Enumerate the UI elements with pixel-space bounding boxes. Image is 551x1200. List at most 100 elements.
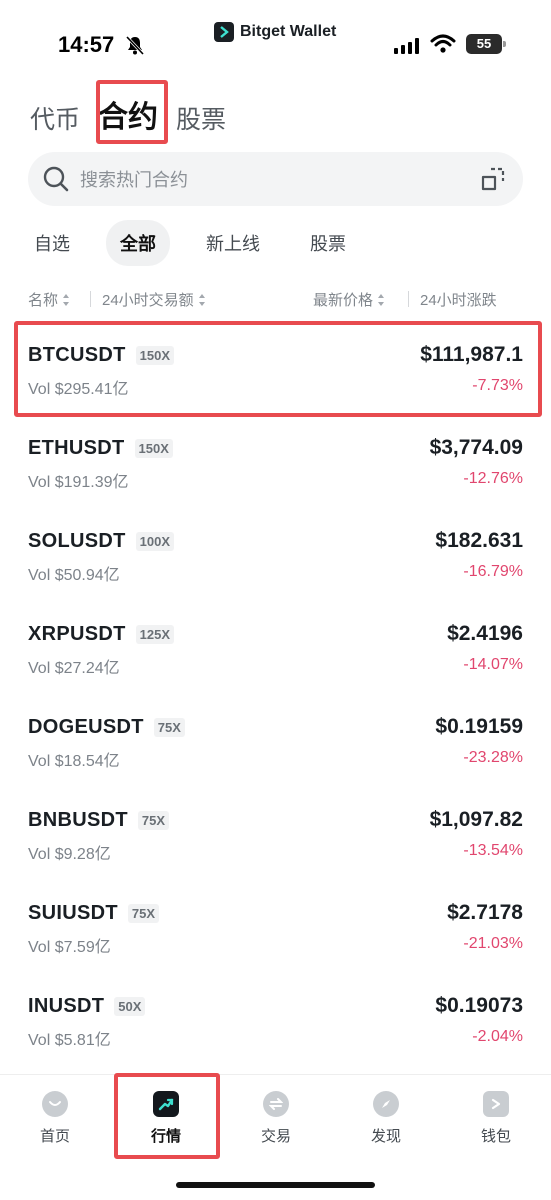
leverage-badge: 50X bbox=[114, 997, 146, 1016]
scan-icon[interactable] bbox=[479, 165, 507, 193]
nav-trade[interactable]: 交易 bbox=[236, 1091, 316, 1146]
table-row[interactable]: SOLUSDT 100X Vol $50.94亿 $182.631 -16.79% bbox=[0, 512, 551, 605]
table-row[interactable]: SUIUSDT 75X Vol $7.59亿 $2.7178 -21.03% bbox=[0, 884, 551, 977]
change: -13.54% bbox=[463, 842, 523, 859]
filter-all[interactable]: 全部 bbox=[106, 220, 170, 266]
nav-label: 交易 bbox=[260, 1128, 291, 1145]
price: $2.7178 bbox=[447, 901, 523, 924]
leverage-badge: 150X bbox=[135, 346, 175, 365]
nav-label: 行情 bbox=[150, 1128, 181, 1145]
symbol: SUIUSDT bbox=[28, 902, 118, 924]
volume: Vol $18.54亿 bbox=[28, 753, 120, 770]
nav-label: 发现 bbox=[370, 1128, 401, 1145]
price: $2.4196 bbox=[447, 622, 523, 645]
leverage-badge: 125X bbox=[135, 625, 175, 644]
column-header: 名称 24小时交易额 最新价格 24小时涨跌 bbox=[28, 289, 524, 311]
volume: Vol $27.24亿 bbox=[28, 660, 120, 677]
leverage-badge: 75X bbox=[137, 811, 170, 830]
price: $3,774.09 bbox=[429, 436, 523, 459]
symbol: SOLUSDT bbox=[28, 530, 126, 552]
search-bar[interactable]: 搜索热门合约 bbox=[28, 152, 523, 206]
table-row[interactable]: XRPUSDT 125X Vol $27.24亿 $2.4196 -14.07% bbox=[0, 605, 551, 698]
symbol: ETHUSDT bbox=[28, 437, 125, 459]
column-price-label: 最新价格 bbox=[313, 292, 374, 309]
market-chart-icon bbox=[153, 1091, 179, 1117]
wifi-icon bbox=[430, 34, 456, 53]
table-row[interactable]: ETHUSDT 150X Vol $191.39亿 $3,774.09 -12.7… bbox=[0, 419, 551, 512]
brand: Bitget Wallet bbox=[214, 22, 336, 42]
sort-icon bbox=[63, 293, 70, 306]
symbol: BNBUSDT bbox=[28, 809, 128, 831]
volume: Vol $191.39亿 bbox=[28, 474, 129, 491]
leverage-badge: 75X bbox=[127, 904, 160, 923]
change: -7.73% bbox=[472, 377, 523, 394]
price: $182.631 bbox=[435, 529, 523, 552]
home-icon bbox=[42, 1091, 68, 1117]
search-input[interactable]: 搜索热门合约 bbox=[80, 166, 188, 192]
change: -12.76% bbox=[463, 470, 523, 487]
volume: Vol $5.81亿 bbox=[28, 1032, 111, 1049]
filter-stocks[interactable]: 股票 bbox=[296, 220, 360, 266]
compass-icon bbox=[373, 1091, 399, 1117]
nav-label: 首页 bbox=[39, 1128, 70, 1145]
swap-icon bbox=[263, 1091, 289, 1117]
filter-chips: 自选 全部 新上线 股票 bbox=[20, 220, 382, 266]
symbol: INUSDT bbox=[28, 995, 105, 1017]
price: $111,987.1 bbox=[420, 343, 523, 366]
search-icon bbox=[43, 166, 69, 192]
volume: Vol $295.41亿 bbox=[28, 381, 129, 398]
sort-by-price[interactable]: 最新价格 bbox=[313, 289, 385, 310]
column-divider bbox=[90, 291, 91, 307]
status-bar: 14:57 Bitget Wallet 55 bbox=[0, 0, 551, 90]
change: -23.28% bbox=[463, 749, 523, 766]
table-row[interactable]: DOGEUSDT 75X Vol $18.54亿 $0.19159 -23.28% bbox=[0, 698, 551, 791]
nav-discover[interactable]: 发现 bbox=[346, 1091, 426, 1146]
battery-indicator: 55 bbox=[466, 34, 506, 54]
price: $0.19073 bbox=[435, 994, 523, 1017]
tab-contracts[interactable]: 合约 bbox=[98, 92, 158, 136]
wallet-icon bbox=[483, 1091, 509, 1117]
volume: Vol $7.59亿 bbox=[28, 939, 111, 956]
symbol: BTCUSDT bbox=[28, 344, 126, 366]
column-name-label: 名称 bbox=[28, 292, 59, 309]
nav-home[interactable]: 首页 bbox=[15, 1091, 95, 1146]
nav-label: 钱包 bbox=[480, 1128, 511, 1145]
symbol: XRPUSDT bbox=[28, 623, 126, 645]
sort-icon bbox=[378, 293, 385, 306]
table-row[interactable]: BNBUSDT 75X Vol $9.28亿 $1,097.82 -13.54% bbox=[0, 791, 551, 884]
column-volume-label: 24小时交易额 bbox=[102, 292, 194, 309]
price: $0.19159 bbox=[435, 715, 523, 738]
change: -21.03% bbox=[463, 935, 523, 952]
change: -2.04% bbox=[472, 1028, 523, 1045]
nav-wallet[interactable]: 钱包 bbox=[456, 1091, 536, 1146]
market-type-tabs: 代币 合约 股票 bbox=[30, 92, 226, 136]
cellular-signal-icon bbox=[394, 38, 419, 54]
change: -14.07% bbox=[463, 656, 523, 673]
contract-list: BTCUSDT 150X Vol $295.41亿 $111,987.1 -7.7… bbox=[0, 326, 551, 1070]
column-divider bbox=[408, 291, 409, 307]
nav-market[interactable]: 行情 bbox=[126, 1091, 206, 1146]
filter-favorites[interactable]: 自选 bbox=[20, 220, 84, 266]
filter-new-listings[interactable]: 新上线 bbox=[192, 220, 274, 266]
table-row[interactable]: BTCUSDT 150X Vol $295.41亿 $111,987.1 -7.7… bbox=[0, 326, 551, 419]
mute-bell-icon bbox=[125, 35, 145, 56]
tab-tokens[interactable]: 代币 bbox=[30, 100, 80, 136]
sort-by-change[interactable]: 24小时涨跌 bbox=[420, 289, 497, 310]
home-indicator bbox=[176, 1182, 375, 1188]
leverage-badge: 150X bbox=[134, 439, 173, 458]
sort-icon bbox=[198, 293, 205, 306]
leverage-badge: 75X bbox=[153, 718, 185, 737]
symbol: DOGEUSDT bbox=[28, 716, 144, 738]
tab-stocks[interactable]: 股票 bbox=[176, 100, 226, 136]
change: -16.79% bbox=[463, 563, 523, 580]
leverage-badge: 100X bbox=[135, 532, 175, 551]
volume: Vol $50.94亿 bbox=[28, 567, 120, 584]
status-time: 14:57 bbox=[58, 32, 115, 57]
table-row[interactable]: INUSDT 50X Vol $5.81亿 $0.19073 -2.04% bbox=[0, 977, 551, 1070]
volume: Vol $9.28亿 bbox=[28, 846, 111, 863]
sort-by-volume[interactable]: 24小时交易额 bbox=[102, 289, 206, 310]
brand-name: Bitget Wallet bbox=[240, 23, 337, 40]
column-change-label: 24小时涨跌 bbox=[420, 292, 497, 309]
bitget-logo-icon bbox=[214, 22, 234, 42]
sort-by-name[interactable]: 名称 bbox=[28, 289, 70, 310]
